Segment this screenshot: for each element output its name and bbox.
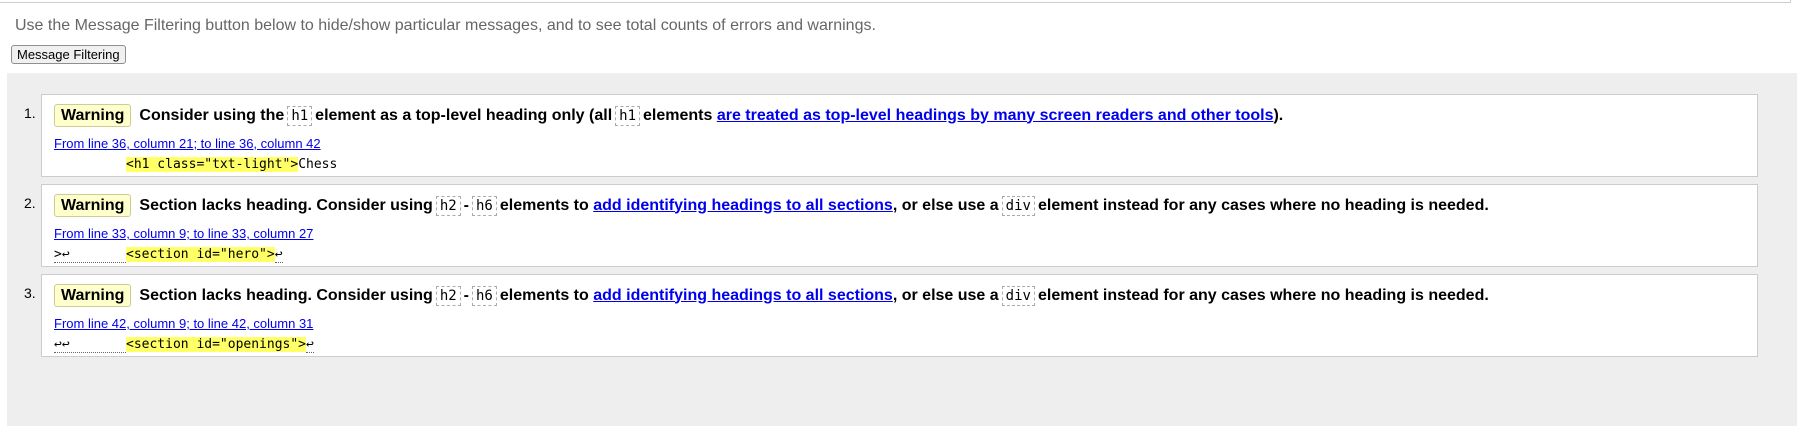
- code-snippet: h6: [472, 195, 497, 216]
- message-text: elements to: [499, 196, 589, 214]
- message-text: elements to: [499, 286, 589, 304]
- code-snippet: h6: [472, 285, 497, 306]
- extract-highlight: <section id="openings">: [126, 337, 307, 352]
- message-item: Warning Consider using the h1 element as…: [41, 94, 1758, 177]
- source-extract: >↩ <section id="hero">↩: [54, 247, 283, 263]
- range-dash: -: [463, 196, 469, 214]
- message-item: Warning Section lacks heading. Consider …: [41, 274, 1758, 357]
- message-filtering-button[interactable]: Message Filtering: [11, 45, 126, 64]
- message-text: Consider using the: [139, 106, 285, 124]
- code-snippet: h2: [435, 195, 461, 216]
- help-link[interactable]: are treated as top-level headings by man…: [717, 107, 1274, 125]
- source-location-link[interactable]: From line 42, column 9; to line 42, colu…: [54, 316, 313, 331]
- message-text: , or else use a: [892, 196, 999, 214]
- message-text: element instead for any cases where no h…: [1037, 286, 1489, 304]
- extract-prefix: >↩: [54, 247, 126, 263]
- warning-badge: Warning: [54, 194, 132, 217]
- message-number: 1.: [24, 105, 36, 121]
- message-number: 2.: [24, 195, 36, 211]
- message-number: 3.: [24, 285, 36, 301]
- message-text: element instead for any cases where no h…: [1037, 196, 1489, 214]
- extract-suffix: ↩: [306, 337, 314, 353]
- range-dash: -: [463, 286, 469, 304]
- code-snippet: div: [1001, 195, 1035, 216]
- source-extract: ↩↩ <section id="openings">↩: [54, 337, 314, 353]
- intro-text: Use the Message Filtering button below t…: [15, 17, 876, 34]
- message-text: , or else use a: [892, 286, 999, 304]
- code-snippet: h1: [615, 105, 640, 126]
- warning-badge: Warning: [54, 284, 132, 307]
- extract-highlight: <h1 class="txt-light">: [126, 157, 299, 172]
- source-location-link[interactable]: From line 36, column 21; to line 36, col…: [54, 136, 321, 151]
- message-heading: Warning Section lacks heading. Consider …: [54, 194, 1489, 217]
- message-text: Section lacks heading. Consider using: [139, 286, 433, 304]
- help-link[interactable]: add identifying headings to all sections: [593, 287, 893, 305]
- source-extract: <h1 class="txt-light">Chess: [54, 157, 337, 172]
- code-snippet: h1: [287, 105, 313, 126]
- message-item: Warning Section lacks heading. Consider …: [41, 184, 1758, 267]
- source-location-link[interactable]: From line 33, column 9; to line 33, colu…: [54, 226, 313, 241]
- message-text: Section lacks heading. Consider using: [139, 196, 433, 214]
- warning-badge: Warning: [54, 104, 132, 127]
- extract-prefix: ↩↩: [54, 337, 126, 353]
- top-divider: [0, 0, 1791, 3]
- message-heading: Warning Consider using the h1 element as…: [54, 104, 1283, 127]
- code-snippet: div: [1001, 285, 1035, 306]
- message-heading: Warning Section lacks heading. Consider …: [54, 284, 1489, 307]
- message-text: element as a top-level heading only (all: [315, 106, 613, 124]
- results-panel: 1. Warning Consider using the h1 element…: [7, 73, 1797, 426]
- message-text: elements: [643, 106, 713, 124]
- extract-suffix: ↩: [274, 247, 283, 263]
- message-text: ).: [1273, 106, 1284, 124]
- extract-suffix: Chess: [298, 157, 338, 172]
- extract-highlight: <section id="hero">: [126, 247, 275, 262]
- help-link[interactable]: add identifying headings to all sections: [593, 197, 893, 215]
- code-snippet: h2: [435, 285, 461, 306]
